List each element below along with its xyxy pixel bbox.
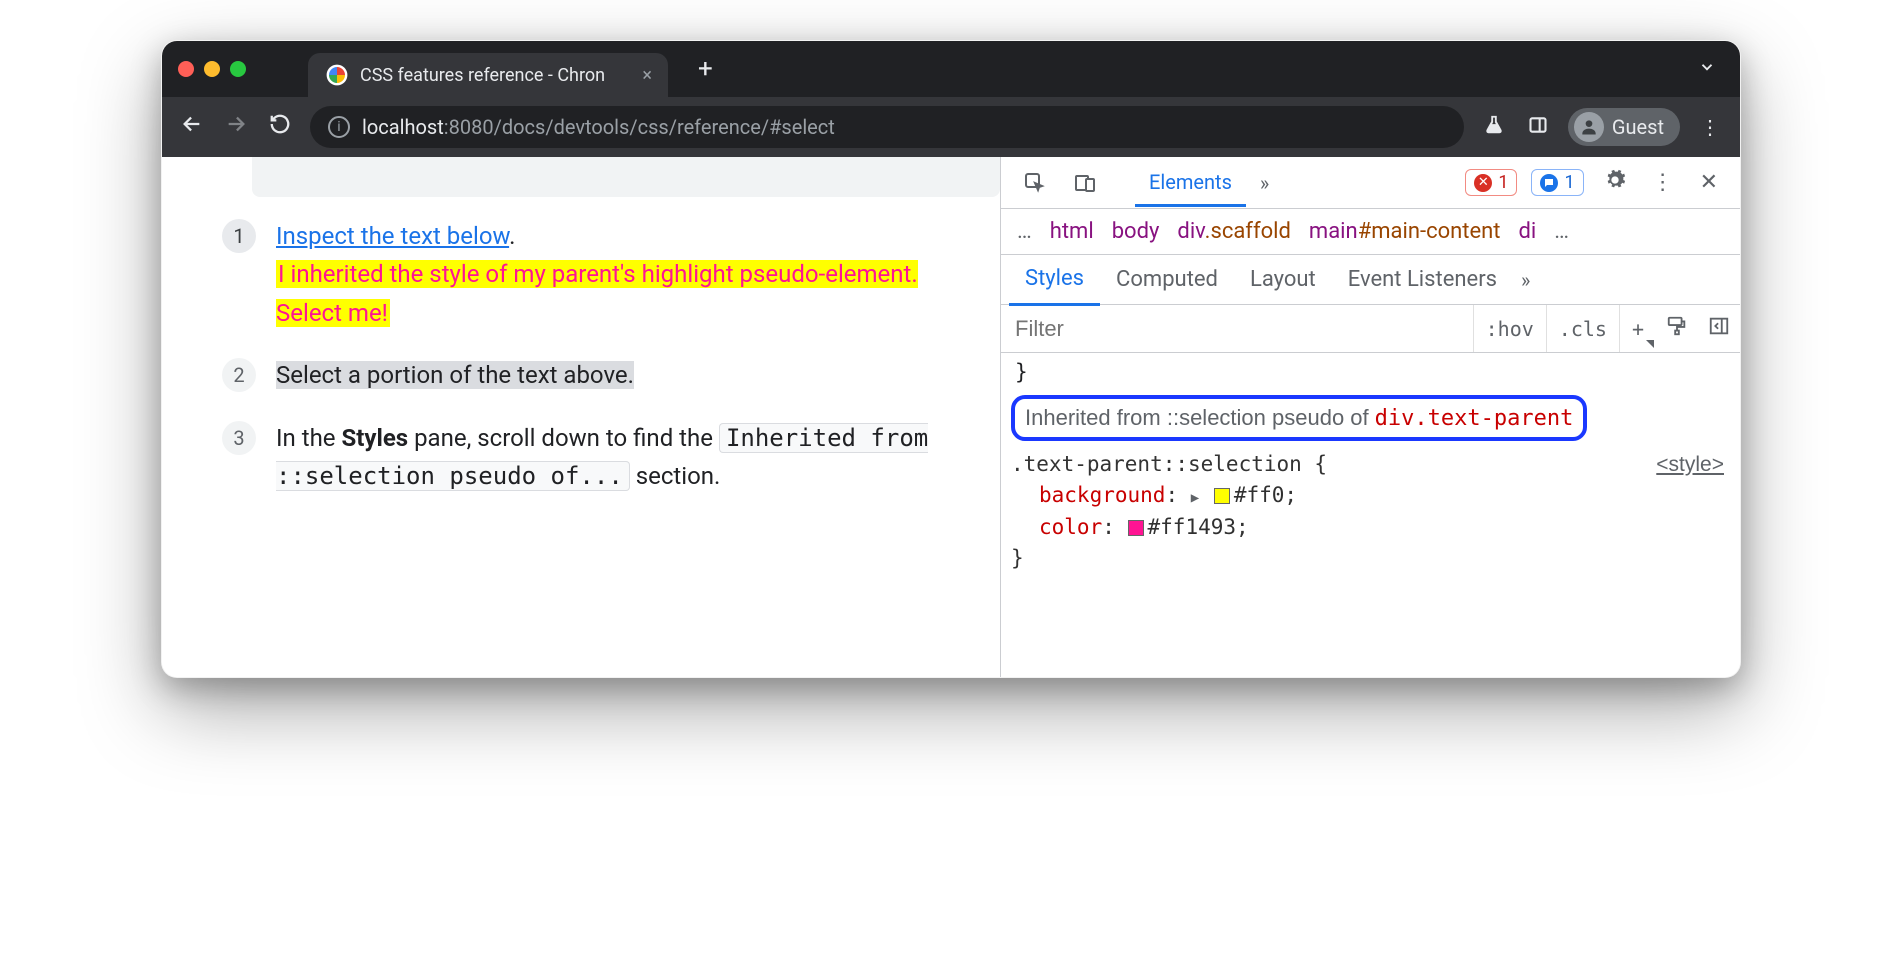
maximize-window-button[interactable] [230,61,246,77]
breadcrumb-ellipsis[interactable]: … [1017,219,1032,244]
more-subtabs-icon[interactable]: » [1513,268,1538,292]
reload-button[interactable] [266,113,294,141]
prev-rule-close: } [1011,357,1730,389]
css-declaration-background[interactable]: background: ▶ #ff0; [1011,480,1730,512]
breadcrumb-div[interactable]: div.scaffold [1177,219,1291,244]
close-tab-button[interactable]: × [642,65,652,86]
highlighted-text[interactable]: I inherited the style of my parent's hig… [276,260,918,326]
close-devtools-icon[interactable]: ✕ [1690,170,1728,195]
styles-pane: } Inherited from ::selection pseudo of d… [1001,353,1740,579]
color-swatch-icon[interactable] [1128,520,1144,536]
errors-badge[interactable]: ✕ 1 [1465,169,1517,196]
dom-breadcrumb: … html body div.scaffold main#main-conte… [1001,209,1740,255]
step-number: 2 [222,358,256,392]
address-bar[interactable]: i localhost:8080/docs/devtools/css/refer… [310,106,1464,148]
settings-icon[interactable] [1594,169,1636,197]
labs-icon[interactable] [1480,114,1508,141]
chrome-favicon-icon [327,65,348,86]
devtools-panel: Elements » ✕ 1 1 ⋮ ✕ [1000,157,1740,677]
step-1: 1 Inspect the text below. I inherited th… [222,217,950,332]
rule-selector[interactable]: .text-parent::selection { [1011,452,1327,476]
styles-subtabs: Styles Computed Layout Event Listeners » [1001,255,1740,305]
step-number: 1 [222,219,256,253]
new-tab-button[interactable]: + [698,54,713,84]
panel-icon[interactable] [1524,115,1552,140]
info-icon [1540,174,1558,192]
issues-badge[interactable]: 1 [1531,169,1583,196]
inherited-from-header[interactable]: Inherited from ::selection pseudo of div… [1011,395,1587,441]
tab-title: CSS features reference - Chron [360,65,632,86]
forward-button[interactable] [222,113,250,141]
browser-tab[interactable]: CSS features reference - Chron × [308,53,668,97]
breadcrumb-di[interactable]: di [1519,219,1537,244]
new-style-button[interactable]: + [1619,305,1656,352]
breadcrumb-body[interactable]: body [1112,219,1160,244]
content-area: 1 Inspect the text below. I inherited th… [162,157,1740,677]
breadcrumb-main[interactable]: main#main-content [1309,219,1501,244]
avatar-icon [1574,112,1604,142]
menu-button[interactable]: ⋮ [1696,115,1724,139]
site-info-icon[interactable]: i [328,116,350,138]
browser-window: CSS features reference - Chron × + i loc… [161,40,1741,678]
inspect-element-icon[interactable] [1013,165,1057,201]
subtab-computed[interactable]: Computed [1100,255,1234,304]
hov-button[interactable]: :hov [1473,305,1546,352]
page-top-box [252,157,1000,197]
color-swatch-icon[interactable] [1214,488,1230,504]
toggle-sidebar-icon[interactable] [1698,315,1740,342]
window-controls [178,61,246,77]
subtab-event-listeners[interactable]: Event Listeners [1332,255,1513,304]
cls-button[interactable]: .cls [1546,305,1619,352]
tab-elements[interactable]: Elements [1135,160,1246,207]
more-tabs-icon[interactable]: » [1252,171,1277,195]
url-port: :8080 [444,115,494,139]
styles-toolbar: :hov .cls + [1001,305,1740,353]
rule-close-brace: } [1011,543,1730,575]
profile-button[interactable]: Guest [1568,108,1680,146]
profile-label: Guest [1612,115,1664,139]
more-icon[interactable]: ⋮ [1642,170,1684,195]
tabs-dropdown-icon[interactable] [1698,58,1716,81]
css-declaration-color[interactable]: color: #ff1493; [1011,512,1730,544]
url-host: localhost [362,115,444,139]
titlebar: CSS features reference - Chron × + [162,41,1740,97]
browser-toolbar: i localhost:8080/docs/devtools/css/refer… [162,97,1740,157]
step-3: 3 In the Styles pane, scroll down to fin… [222,419,950,496]
step-number: 3 [222,421,256,455]
close-window-button[interactable] [178,61,194,77]
expand-icon[interactable]: ▶ [1191,490,1199,506]
url-path: /docs/devtools/css/reference/#select [494,115,835,139]
paint-icon[interactable] [1656,315,1698,342]
step-2: 2 Select a portion of the text above. [222,356,950,394]
breadcrumb-html[interactable]: html [1050,219,1094,244]
css-rule: .text-parent::selection { <style> backgr… [1011,449,1730,575]
step-2-text: Select a portion of the text above. [276,361,634,389]
inherited-selector[interactable]: div.text-parent [1375,402,1574,435]
devtools-toolbar: Elements » ✕ 1 1 ⋮ ✕ [1001,157,1740,209]
rule-source-link[interactable]: <style> [1656,449,1724,481]
styles-filter-input[interactable] [1001,316,1473,342]
back-button[interactable] [178,113,206,141]
subtab-styles[interactable]: Styles [1009,254,1100,306]
minimize-window-button[interactable] [204,61,220,77]
subtab-layout[interactable]: Layout [1234,255,1332,304]
page-content: 1 Inspect the text below. I inherited th… [162,157,1000,677]
breadcrumb-ellipsis[interactable]: … [1554,219,1569,244]
device-toolbar-icon[interactable] [1063,165,1107,201]
error-icon: ✕ [1474,174,1492,192]
inspect-link[interactable]: Inspect the text below [276,222,509,250]
